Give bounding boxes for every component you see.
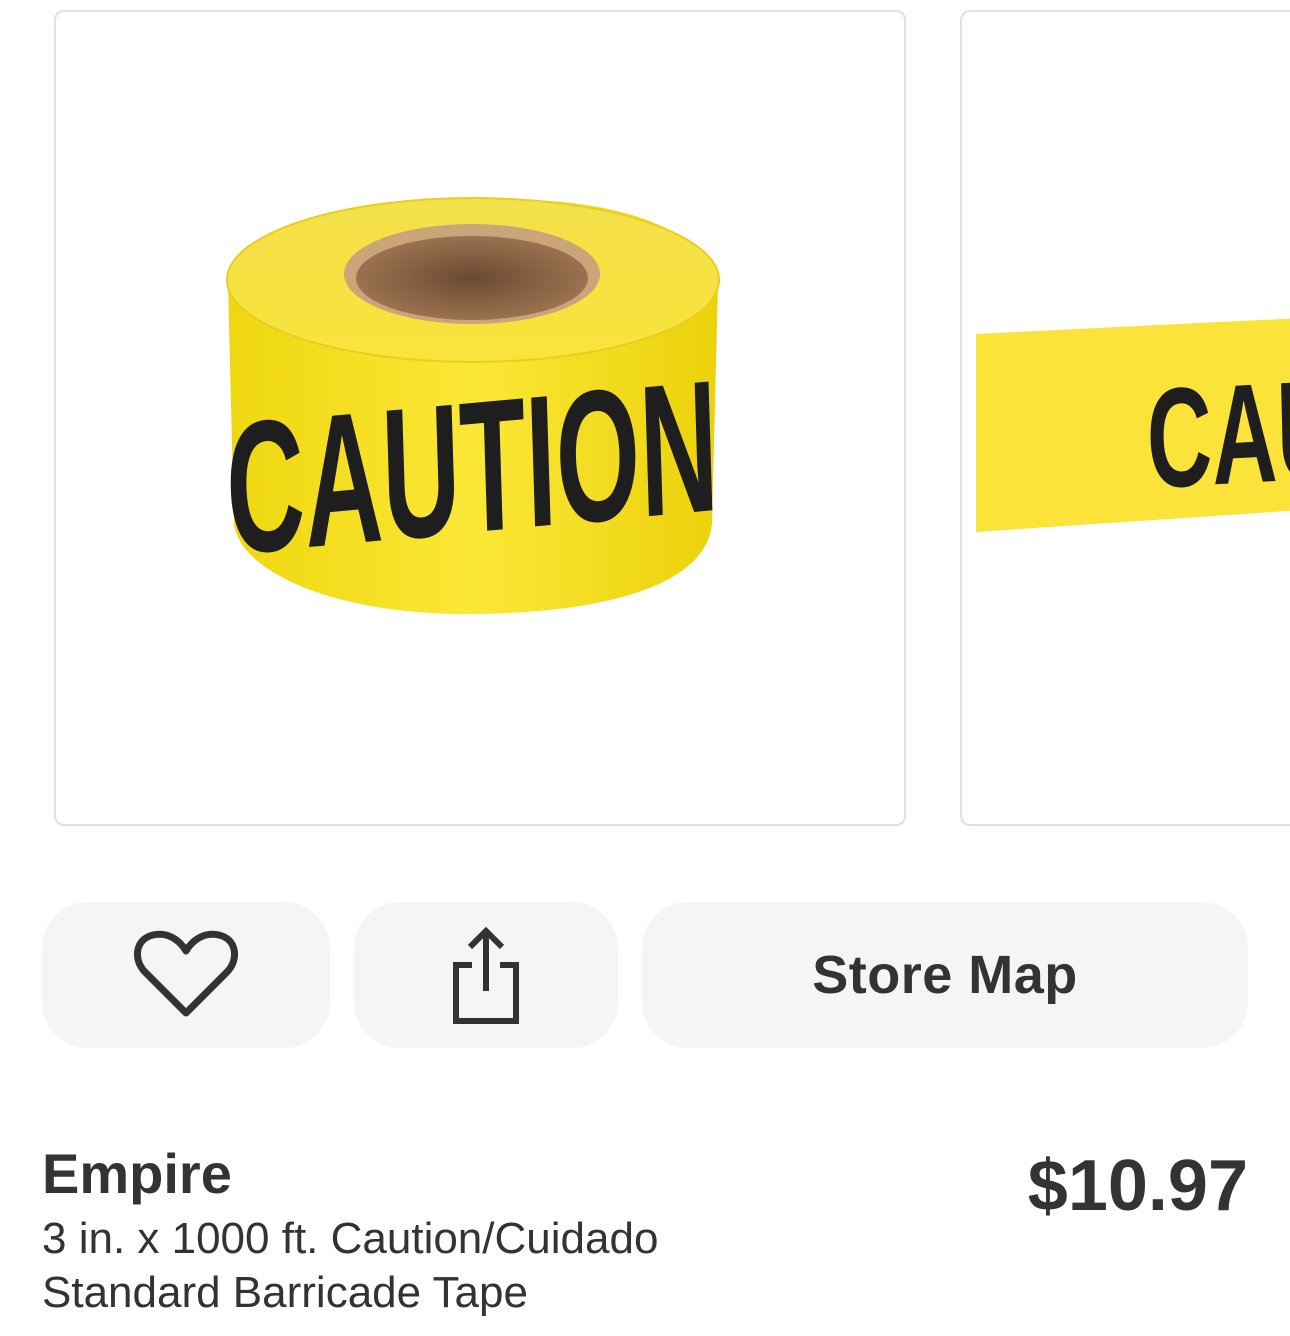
caution-tape-roll-image: CAUTION: [223, 197, 721, 615]
product-price: $10.97: [1027, 1146, 1248, 1226]
share-button[interactable]: [354, 902, 618, 1048]
store-map-label: Store Map: [812, 945, 1078, 1005]
product-title: 3 in. x 1000 ft. Caution/Cuidado Standar…: [42, 1214, 659, 1317]
caution-label: CAUTION: [223, 341, 721, 595]
product-image-gallery[interactable]: CAUTION CAUTION: [0, 0, 1290, 840]
product-brand[interactable]: Empire: [42, 1142, 232, 1206]
action-bar: Store Map: [0, 902, 1290, 1050]
caution-tape-strip-image: CAUTION: [976, 318, 1290, 532]
product-image-secondary[interactable]: CAUTION: [960, 10, 1290, 826]
share-icon: [453, 926, 519, 1024]
store-map-button[interactable]: Store Map: [642, 902, 1248, 1048]
caution-label-partial: CAUTION: [1145, 339, 1290, 519]
favorite-button[interactable]: [42, 902, 330, 1048]
product-image-main[interactable]: CAUTION: [54, 10, 906, 826]
heart-icon: [134, 930, 238, 1017]
